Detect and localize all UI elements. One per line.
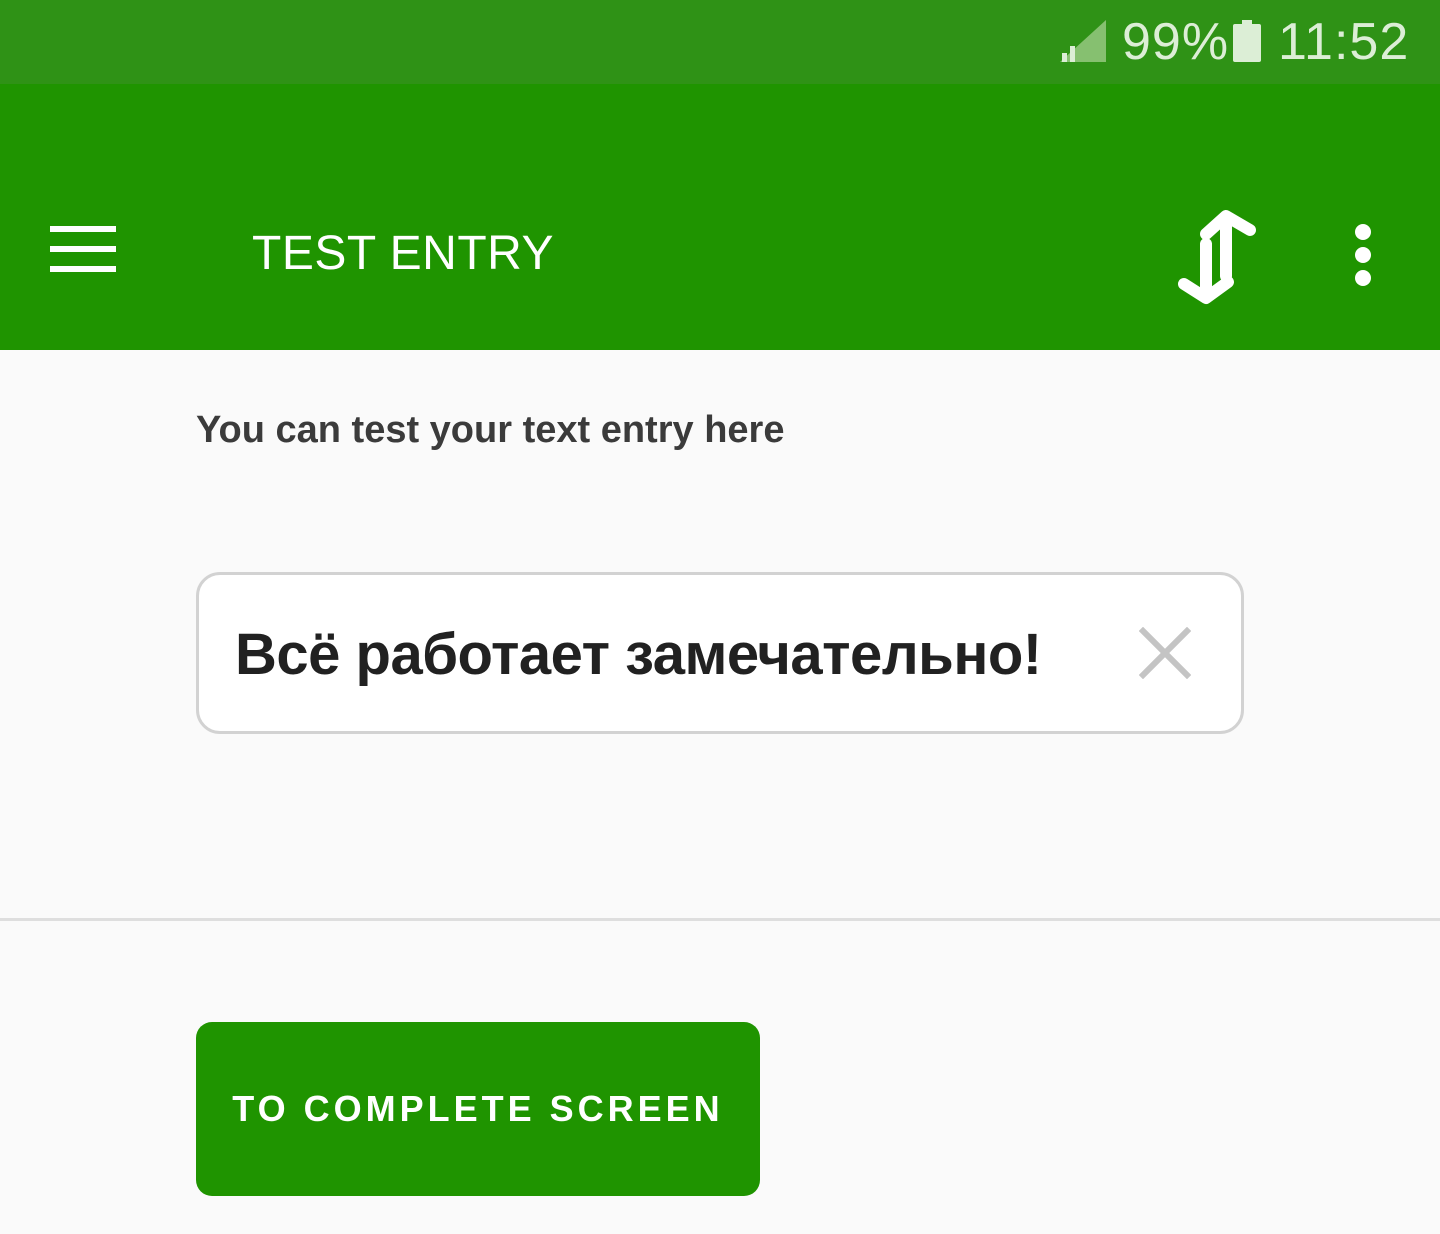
swap-button[interactable] (1162, 200, 1272, 310)
more-vert-icon (1355, 224, 1371, 286)
clear-button[interactable] (1123, 611, 1207, 695)
more-options-button[interactable] (1320, 200, 1406, 306)
status-bar: 99% 11:52 (0, 0, 1440, 84)
to-complete-screen-button[interactable]: TO COMPLETE SCREEN (196, 1022, 760, 1196)
text-entry-field[interactable]: Всё работает замечательно! (196, 572, 1244, 734)
divider (0, 918, 1440, 921)
battery-icon (1233, 20, 1261, 62)
clock: 11:52 (1278, 13, 1410, 71)
text-entry-value[interactable]: Всё работает замечательно! (235, 617, 1042, 693)
instruction-text: You can test your text entry here (196, 409, 785, 451)
close-icon (1139, 627, 1191, 679)
app-bar: TEST ENTRY (0, 84, 1440, 350)
app-title: TEST ENTRY (252, 227, 554, 280)
hamburger-menu-icon (50, 226, 116, 272)
battery-percentage: 99% (1122, 13, 1230, 71)
menu-button[interactable] (36, 202, 132, 298)
swap-vertical-icon (1178, 210, 1256, 304)
signal-icon (1060, 20, 1106, 62)
